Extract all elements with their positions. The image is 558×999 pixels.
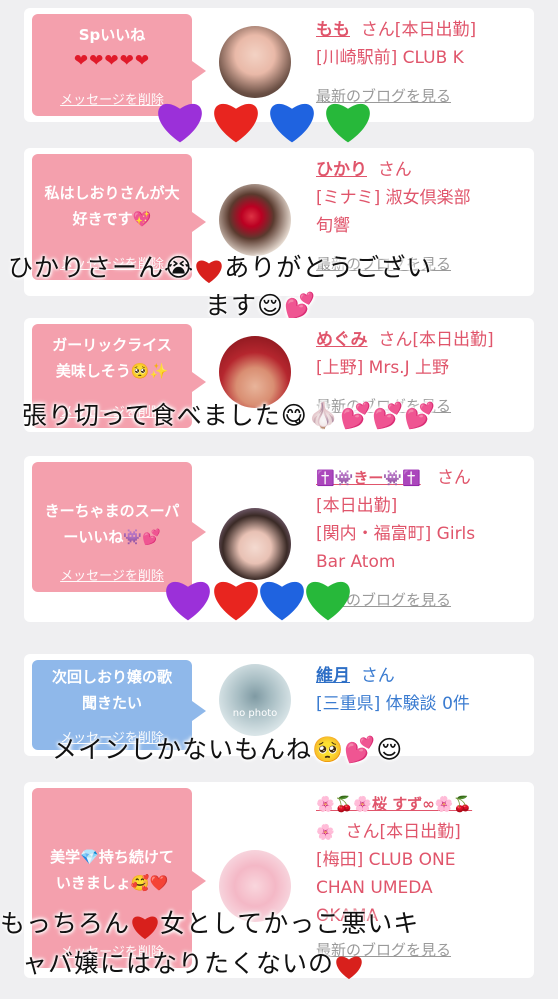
status-text: さん	[377, 160, 412, 180]
bubble-message: きーちゃまのスーパーいいね👾💕	[44, 502, 180, 546]
bubble-message: ガーリックライス美味しそう🥺✨	[52, 336, 172, 380]
red-heart-icon	[194, 253, 224, 285]
status-text: さん	[360, 666, 395, 686]
blue-heart-icon	[256, 574, 308, 622]
red-heart-icon	[210, 96, 262, 144]
message-bubble: 美学💎持ち続けていきましょ🥰❤️ メッセージを削除	[32, 788, 206, 968]
caption-text: 張り切って食べました😋🧄💕💕💕	[22, 401, 437, 430]
shop-text: [ミナミ] 淑女倶楽部	[316, 188, 471, 208]
profile-name[interactable]: 維月	[316, 666, 350, 686]
status-text: さん	[436, 468, 471, 488]
shop-text: [三重県] 体験談 0件	[316, 694, 470, 714]
status-text-2: [本日出勤]	[316, 496, 398, 516]
profile-name-emoji: 🌸	[316, 823, 335, 841]
caption-text: 女としてかっこ悪いキ	[160, 909, 420, 938]
shop-text: [川崎駅前] CLUB K	[316, 48, 464, 68]
purple-heart-icon	[154, 96, 206, 144]
shop-text-2: 旬響	[316, 216, 350, 236]
status-text: さん[本日出勤]	[345, 822, 461, 842]
bubble-hearts: ❤❤❤❤❤	[73, 51, 151, 71]
profile-name[interactable]: ひかり	[316, 160, 367, 180]
red-heart-icon	[210, 574, 262, 622]
shop-text: [関内・福富町] Girls	[316, 524, 476, 544]
avatar[interactable]	[219, 336, 291, 408]
blue-heart-icon	[266, 96, 318, 144]
caption-text: もっちろん	[0, 909, 131, 938]
avatar[interactable]	[219, 26, 291, 98]
bubble-message: Spいいね	[78, 26, 146, 44]
caption-line: 張り切って食べました😋🧄💕💕💕	[22, 400, 436, 432]
profile-name[interactable]: もも	[316, 20, 350, 40]
caption-line: ひかりさーん😭 ありがとうござい	[8, 252, 432, 285]
no-photo-label: no photo	[232, 708, 278, 719]
profile-info: 維月 さん [三重県] 体験談 0件	[316, 662, 526, 718]
avatar[interactable]	[219, 508, 291, 580]
shop-text: [上野] Mrs.J 上野	[316, 358, 450, 378]
profile-name[interactable]: ✝️👾きー👾✝️	[316, 469, 421, 487]
bubble-message: 美学💎持ち続けていきましょ🥰❤️	[50, 848, 174, 892]
caption-text: ありがとうござい	[224, 253, 433, 282]
caption-line: もっちろん 女としてかっこ悪いキ	[0, 908, 419, 941]
avatar[interactable]	[219, 184, 291, 256]
red-heart-icon	[130, 909, 160, 941]
red-heart-icon	[334, 949, 364, 981]
shop-text: [梅田] CLUB ONE	[316, 850, 456, 870]
caption-text: ャバ嬢にはなりたくないの	[22, 949, 335, 978]
green-heart-icon	[302, 574, 354, 622]
profile-name[interactable]: 🌸🍒🌸桜 すず∞🌸🍒	[316, 795, 472, 813]
status-text: さん[本日出勤]	[378, 330, 494, 350]
shop-text-2: Bar Atom	[316, 552, 396, 572]
caption-text: ます😌💕	[205, 291, 317, 320]
avatar[interactable]: no photo	[219, 664, 291, 736]
bubble-message: 次回しおり嬢の歌聞きたい	[51, 668, 172, 712]
profile-name[interactable]: めぐみ	[316, 330, 368, 350]
caption-text: メインしかないもんね🥺💕😌	[52, 735, 404, 764]
caption-line: メインしかないもんね🥺💕😌	[52, 734, 403, 766]
purple-heart-icon	[162, 574, 214, 622]
message-bubble: きーちゃまのスーパーいいね👾💕 メッセージを削除	[32, 462, 206, 592]
bubble-message: 私はしおりさんが大好きです💖	[44, 184, 180, 228]
caption-text: ひかりさーん😭	[8, 253, 195, 282]
shop-text-2: CHAN UMEDA	[316, 878, 433, 898]
green-heart-icon	[322, 96, 374, 144]
caption-line: ャバ嬢にはなりたくないの	[22, 948, 364, 981]
status-text: さん[本日出勤]	[360, 20, 477, 40]
